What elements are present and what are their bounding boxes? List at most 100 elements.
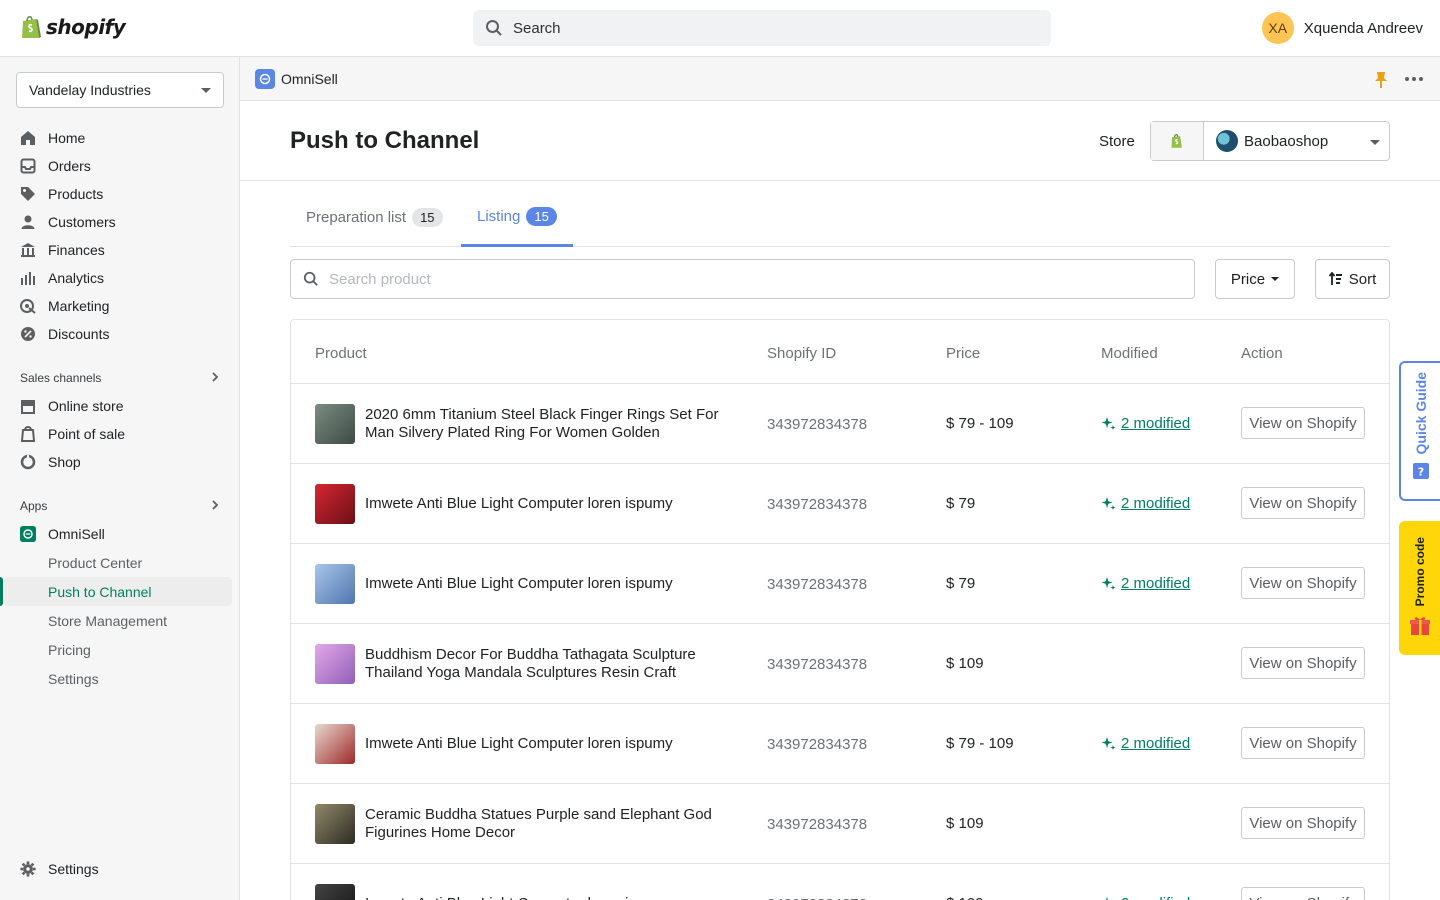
- view-on-shopify-button[interactable]: View on Shopify: [1241, 487, 1365, 519]
- view-on-shopify-button[interactable]: View on Shopify: [1241, 567, 1365, 599]
- sidebar-item-shop[interactable]: Shop: [0, 448, 240, 476]
- shopify-id: 343972834378: [767, 656, 868, 673]
- view-on-shopify-button[interactable]: View on Shopify: [1241, 727, 1365, 759]
- sidebar-item-products[interactable]: Products: [0, 180, 240, 208]
- store-label: Store: [1099, 133, 1135, 150]
- sidebar-item-online-store[interactable]: Online store: [0, 392, 240, 420]
- shopify-logo[interactable]: shopify: [20, 14, 126, 40]
- product-price: $ 109: [946, 895, 984, 900]
- modified-link[interactable]: 2 modified: [1121, 415, 1190, 432]
- modified-link[interactable]: 2 modified: [1121, 575, 1190, 592]
- product-price: $ 79 - 109: [946, 415, 1014, 432]
- more-options-icon[interactable]: [1405, 77, 1423, 81]
- sidebar-item-finances[interactable]: Finances: [0, 236, 240, 264]
- home-icon: [20, 130, 36, 146]
- global-search[interactable]: Search: [473, 10, 1051, 46]
- sidebar-item-analytics[interactable]: Analytics: [0, 264, 240, 292]
- product-name[interactable]: 2020 6mm Titanium Steel Black Finger Rin…: [365, 384, 735, 464]
- subnav-item-store-management[interactable]: Store Management: [0, 606, 240, 635]
- modified-link[interactable]: 2 modified: [1121, 735, 1190, 752]
- sidebar-item-marketing[interactable]: Marketing: [0, 292, 240, 320]
- bank-icon: [20, 242, 36, 258]
- store-picker[interactable]: Baobaoshop: [1150, 121, 1390, 161]
- count-badge: 15: [526, 206, 557, 226]
- modified-indicator[interactable]: 2 modified: [1101, 735, 1190, 752]
- sidebar-item-point-of-sale[interactable]: Point of sale: [0, 420, 240, 448]
- subnav-item-push-to-channel[interactable]: Push to Channel: [0, 577, 232, 606]
- sidebar-item-label: Shop: [48, 454, 81, 470]
- subnav-item-settings[interactable]: Settings: [0, 664, 240, 693]
- orders-icon: [20, 158, 36, 174]
- modified-indicator[interactable]: 2 modified: [1101, 495, 1190, 512]
- price-filter-button[interactable]: Price: [1215, 259, 1295, 299]
- promo-code-tab[interactable]: Promo code: [1399, 521, 1440, 655]
- store-avatar-icon: [1216, 130, 1238, 152]
- shopify-id: 343972834378: [767, 496, 868, 513]
- promo-code-label: Promo code: [1412, 536, 1427, 606]
- tab-bar: Preparation list 15 Listing 15: [290, 188, 1390, 247]
- pin-icon[interactable]: [1374, 71, 1388, 94]
- product-name[interactable]: Imwete Anti Blue Light Computer loren is…: [365, 864, 735, 900]
- chevron-right-icon[interactable]: [209, 498, 221, 516]
- product-search[interactable]: [290, 259, 1195, 299]
- modified-indicator[interactable]: 2 modified: [1101, 575, 1190, 592]
- search-icon: [303, 271, 318, 286]
- column-header-product: Product: [315, 345, 367, 362]
- table-row: 2020 6mm Titanium Steel Black Finger Rin…: [291, 384, 1389, 464]
- product-thumbnail[interactable]: [315, 484, 355, 524]
- product-search-input[interactable]: [329, 270, 1194, 288]
- product-name[interactable]: Imwete Anti Blue Light Computer loren is…: [365, 464, 735, 544]
- view-on-shopify-button[interactable]: View on Shopify: [1241, 887, 1365, 900]
- sidebar-item-label: Orders: [48, 158, 91, 174]
- global-search-placeholder: Search: [513, 19, 561, 37]
- modified-link[interactable]: 2 modified: [1121, 895, 1190, 900]
- product-name[interactable]: Buddhism Decor For Buddha Tathagata Scul…: [365, 624, 735, 704]
- modified-indicator[interactable]: 2 modified: [1101, 895, 1190, 900]
- product-thumbnail[interactable]: [315, 884, 355, 900]
- column-header-shopify-id: Shopify ID: [767, 345, 837, 362]
- product-name[interactable]: Imwete Anti Blue Light Computer loren is…: [365, 544, 735, 624]
- product-price: $ 79: [946, 495, 976, 512]
- view-on-shopify-button[interactable]: View on Shopify: [1241, 407, 1365, 439]
- sidebar-item-discounts[interactable]: Discounts: [0, 320, 240, 348]
- product-thumbnail[interactable]: [315, 804, 355, 844]
- caret-down-icon: [1271, 277, 1280, 281]
- view-on-shopify-button[interactable]: View on Shopify: [1241, 647, 1365, 679]
- brand-name: shopify: [46, 15, 126, 39]
- product-thumbnail[interactable]: [315, 564, 355, 604]
- subnav-item-pricing[interactable]: Pricing: [0, 635, 240, 664]
- tab-listing[interactable]: Listing 15: [461, 188, 573, 247]
- sidebar-item-customers[interactable]: Customers: [0, 208, 240, 236]
- sidebar-item-home[interactable]: Home: [0, 124, 240, 152]
- store-selector-value: Vandelay Industries: [29, 82, 151, 98]
- sales-channels-nav: Online store Point of sale Shop: [0, 392, 240, 476]
- product-name[interactable]: Imwete Anti Blue Light Computer loren is…: [365, 704, 735, 784]
- product-name[interactable]: Ceramic Buddha Statues Purple sand Eleph…: [365, 784, 735, 864]
- sort-button[interactable]: Sort: [1315, 259, 1390, 299]
- store-picker-dropdown[interactable]: Baobaoshop: [1204, 122, 1389, 160]
- gift-icon: [1409, 614, 1431, 641]
- tab-label: Preparation list: [306, 209, 407, 226]
- omnisell-app-icon: [255, 68, 275, 89]
- product-thumbnail[interactable]: [315, 404, 355, 444]
- sidebar-item-label: Products: [48, 186, 104, 202]
- sidebar-item-orders[interactable]: Orders: [0, 152, 240, 180]
- modified-link[interactable]: 2 modified: [1121, 495, 1190, 512]
- product-thumbnail[interactable]: [315, 644, 355, 684]
- subnav-item-product-center[interactable]: Product Center: [0, 548, 240, 577]
- sidebar-item-omnisell[interactable]: OmniSell: [0, 520, 240, 548]
- tab-preparation-list[interactable]: Preparation list 15: [290, 188, 459, 247]
- quick-guide-tab[interactable]: Quick Guide ?: [1399, 361, 1440, 501]
- avatar[interactable]: XA: [1261, 12, 1294, 44]
- shopify-id: 343972834378: [767, 816, 868, 833]
- omnisell-subnav: Product Center Push to Channel Store Man…: [0, 548, 240, 693]
- store-selector[interactable]: Vandelay Industries: [16, 72, 224, 108]
- view-on-shopify-button[interactable]: View on Shopify: [1241, 807, 1365, 839]
- gear-icon: [20, 861, 36, 877]
- chevron-right-icon[interactable]: [209, 370, 221, 388]
- user-menu[interactable]: XA Xquenda Andreev: [1261, 12, 1423, 44]
- sidebar-item-settings[interactable]: Settings: [0, 855, 240, 883]
- product-thumbnail[interactable]: [315, 724, 355, 764]
- sidebar-item-label: Settings: [48, 861, 99, 877]
- modified-indicator[interactable]: 2 modified: [1101, 415, 1190, 432]
